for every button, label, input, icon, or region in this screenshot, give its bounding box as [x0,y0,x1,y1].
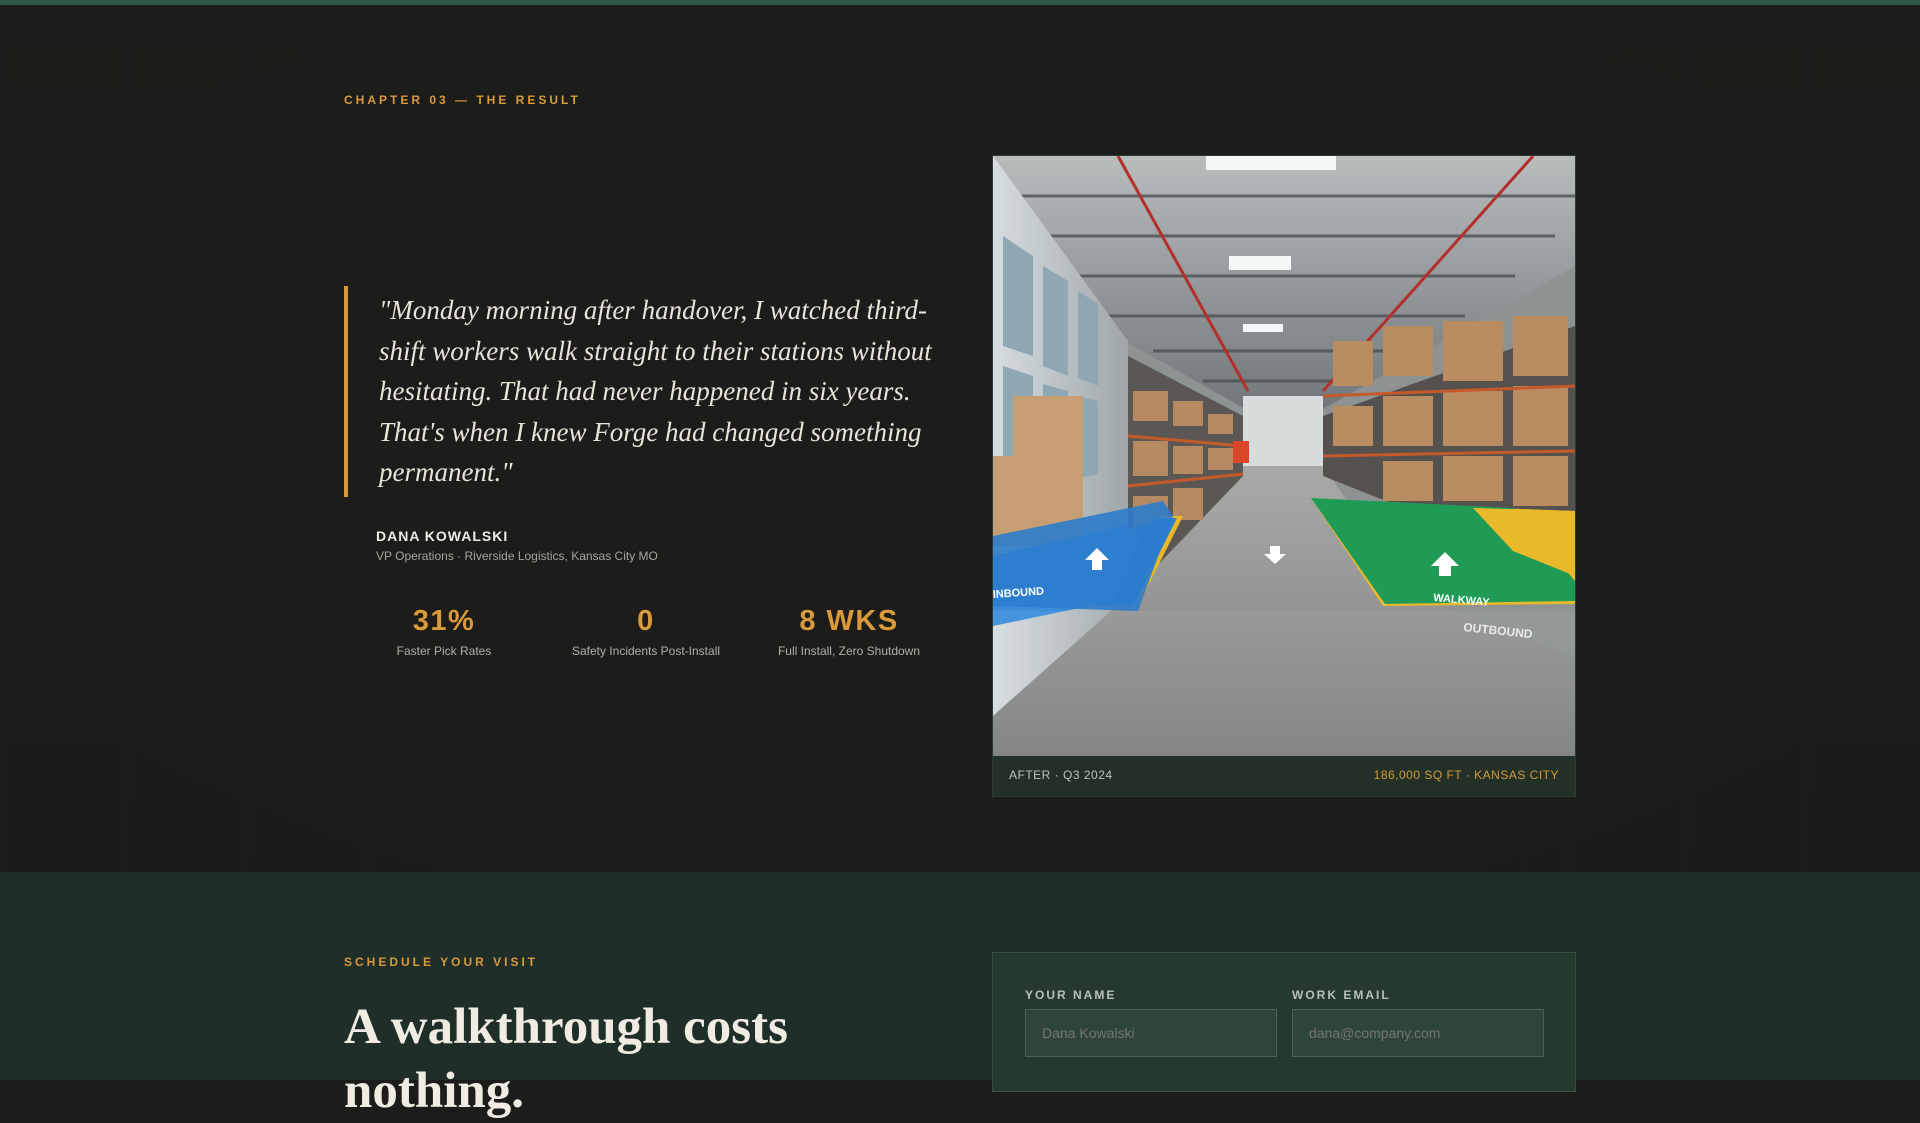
name-input[interactable] [1025,1009,1277,1057]
warehouse-photo-card: INBOUND WALKWAY OUTBOUND AFTER · Q3 2024… [992,155,1576,797]
author-name: DANA KOWALSKI [376,528,509,544]
stat-pick-rates: 31% Faster Pick Rates [344,603,544,658]
schedule-title: A walkthrough costs [344,999,788,1055]
visit-request-form: YOUR NAME WORK EMAIL [992,952,1576,1092]
email-field-label: WORK EMAIL [1292,988,1391,1002]
stat-install-time: 8 WKS Full Install, Zero Shutdown [749,603,949,658]
warehouse-after-photo: INBOUND WALKWAY OUTBOUND [993,156,1575,756]
stat-value: 0 [637,605,655,637]
stat-label: Faster Pick Rates [396,644,492,658]
result-section: CHAPTER 03 — THE RESULT "Monday morning … [0,5,1920,872]
stat-value: 8 WKS [799,605,899,637]
quote-text: "Monday morning after handover, I watche… [379,295,932,487]
stat-label: Full Install, Zero Shutdown [777,644,921,658]
warehouse-illustration: INBOUND WALKWAY OUTBOUND [993,156,1575,756]
stats-row: 31% Faster Pick Rates 0 Safety Incidents… [344,603,944,663]
stat-label: Safety Incidents Post-Install [571,644,721,658]
testimonial-quote: "Monday morning after handover, I watche… [344,286,934,497]
author-role: VP Operations · Riverside Logistics, Kan… [376,549,658,563]
photo-caption-date: AFTER · Q3 2024 [1009,768,1113,782]
schedule-title-line2: nothing. [344,1063,524,1119]
chapter-eyebrow: CHAPTER 03 — THE RESULT [344,93,581,107]
stat-safety-incidents: 0 Safety Incidents Post-Install [546,603,746,658]
photo-caption-location: 186,000 SQ FT · KANSAS CITY [1373,768,1559,782]
schedule-section: SCHEDULE YOUR VISIT A walkthrough costs … [0,872,1920,1119]
email-input[interactable] [1292,1009,1544,1057]
stat-value: 31% [412,605,476,637]
schedule-eyebrow: SCHEDULE YOUR VISIT [344,955,539,969]
background-overlay [0,5,1920,872]
name-field-label: YOUR NAME [1025,988,1117,1002]
